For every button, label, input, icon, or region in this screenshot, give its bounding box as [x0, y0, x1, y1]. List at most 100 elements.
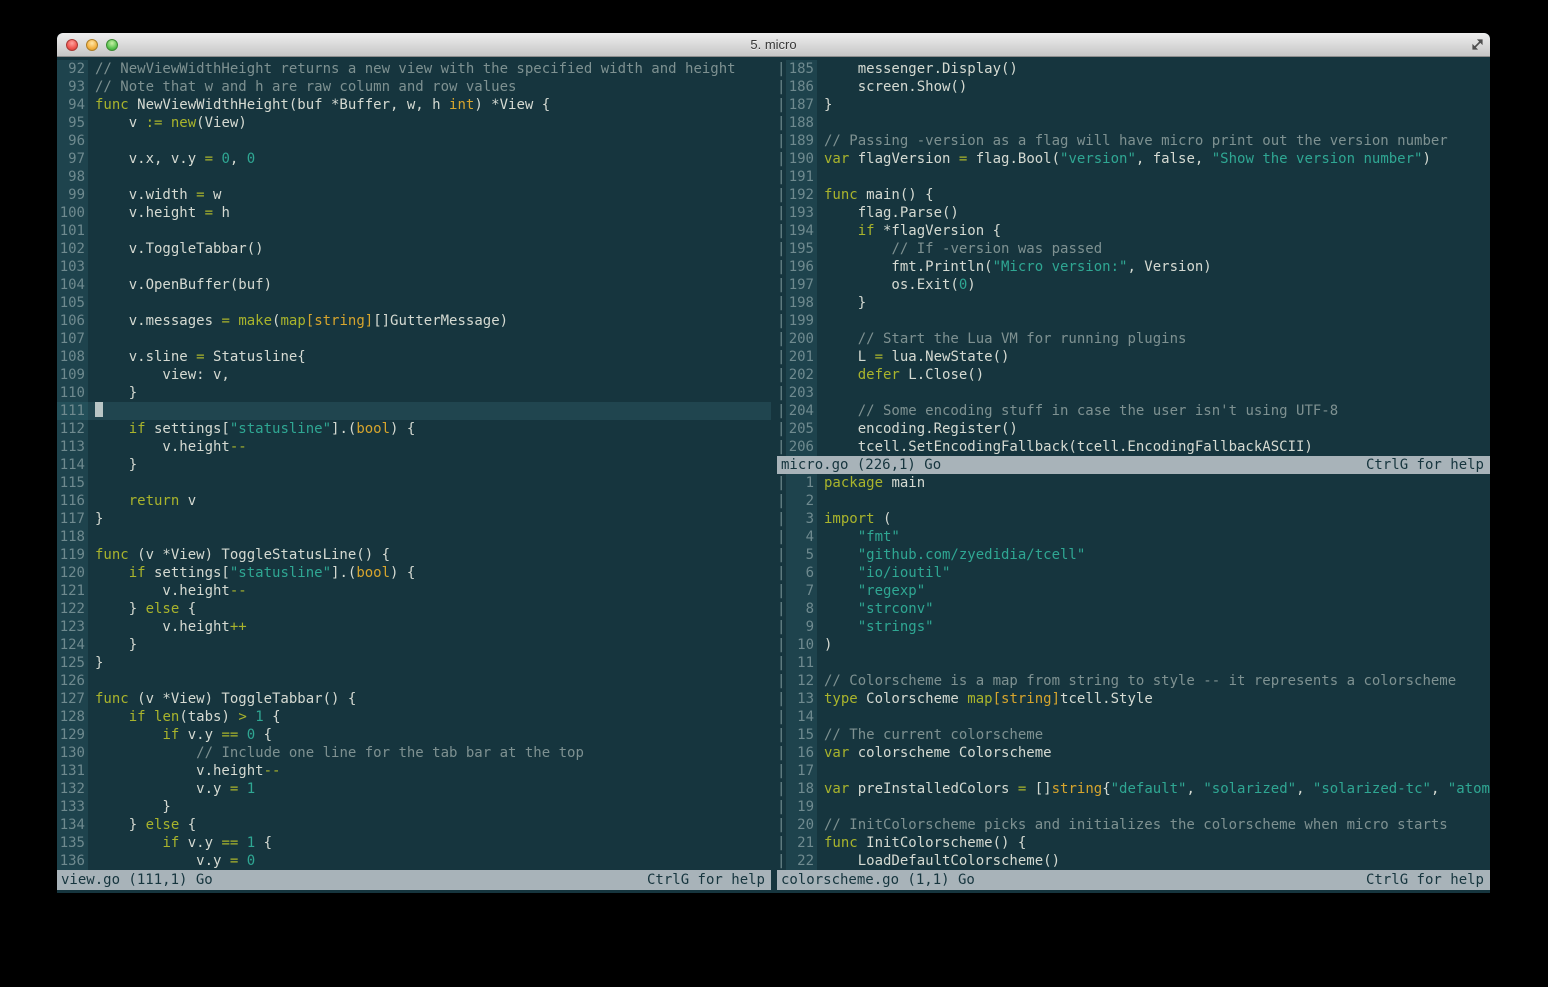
code-line: 106 v.messages = make(map[string][]Gutte… [57, 312, 771, 330]
code-text: } [88, 798, 171, 816]
code-text [88, 474, 95, 492]
split-divider: | [777, 348, 786, 366]
code-text: // Note that w and h are raw column and … [88, 78, 516, 96]
code-text: "strconv" [817, 600, 934, 618]
code-text [817, 708, 824, 726]
line-number: 111 [57, 402, 88, 420]
code-line: 95 v := new(View) [57, 114, 771, 132]
code-text: } [817, 96, 832, 114]
code-line: 131 v.height-- [57, 762, 771, 780]
code-line: |193 flag.Parse() [777, 204, 1490, 222]
code-line: |11 [777, 654, 1490, 672]
code-line: |18var preInstalledColors = []string{"de… [777, 780, 1490, 798]
code-line: |16var colorscheme Colorscheme [777, 744, 1490, 762]
code-text: // NewViewWidthHeight returns a new view… [88, 60, 736, 78]
code-line: 120 if settings["statusline"].(bool) { [57, 564, 771, 582]
split-divider: | [777, 330, 786, 348]
code-line: |5 "github.com/zyedidia/tcell" [777, 546, 1490, 564]
code-text: var flagVersion = flag.Bool("version", f… [817, 150, 1431, 168]
code-line: 101 [57, 222, 771, 240]
code-line: |10) [777, 636, 1490, 654]
code-line: 127func (v *View) ToggleTabbar() { [57, 690, 771, 708]
code-text [88, 330, 95, 348]
right-split-column: |185 messenger.Display()|186 screen.Show… [771, 60, 1490, 890]
code-text: v.height-- [88, 582, 247, 600]
code-text: } [88, 384, 137, 402]
code-line: |198 } [777, 294, 1490, 312]
code-text [817, 762, 824, 780]
code-line: 98 [57, 168, 771, 186]
close-button[interactable] [66, 39, 78, 51]
code-text: // Include one line for the tab bar at t… [88, 744, 584, 762]
line-number: 15 [786, 726, 817, 744]
line-number: 117 [57, 510, 88, 528]
line-number: 104 [57, 276, 88, 294]
code-line: 133 } [57, 798, 771, 816]
code-line: 92// NewViewWidthHeight returns a new vi… [57, 60, 771, 78]
diagonal-resize-arrows-icon[interactable] [1470, 37, 1485, 52]
split-divider: | [777, 852, 786, 870]
status-file-info: colorscheme.go (1,1) Go [781, 870, 975, 890]
line-number: 203 [786, 384, 817, 402]
line-number: 120 [57, 564, 88, 582]
window-title-bar[interactable]: 5. micro [57, 33, 1490, 57]
code-line: 111 [57, 402, 771, 420]
code-line: 96 [57, 132, 771, 150]
line-number: 102 [57, 240, 88, 258]
code-line: 110 } [57, 384, 771, 402]
code-text [88, 132, 95, 150]
line-number: 93 [57, 78, 88, 96]
zoom-button[interactable] [106, 39, 118, 51]
code-area-colorscheme-go[interactable]: |1package main|2|3import (|4 "fmt"|5 "gi… [777, 474, 1490, 870]
code-text [817, 384, 824, 402]
code-text: if v.y == 0 { [88, 726, 272, 744]
code-text: func main() { [817, 186, 934, 204]
split-divider: | [777, 294, 786, 312]
code-text: if len(tabs) > 1 { [88, 708, 281, 726]
code-line: 117} [57, 510, 771, 528]
code-text: func (v *View) ToggleTabbar() { [88, 690, 356, 708]
line-number: 132 [57, 780, 88, 798]
code-text: // InitColorscheme picks and initializes… [817, 816, 1448, 834]
split-divider: | [777, 582, 786, 600]
split-divider: | [777, 384, 786, 402]
code-area-micro-go[interactable]: |185 messenger.Display()|186 screen.Show… [777, 60, 1490, 456]
line-number: 3 [786, 510, 817, 528]
editor-pane-view-go[interactable]: 92// NewViewWidthHeight returns a new vi… [57, 60, 771, 890]
code-line: 122 } else { [57, 600, 771, 618]
code-line: |13type Colorscheme map[string]tcell.Sty… [777, 690, 1490, 708]
split-divider: | [777, 600, 786, 618]
split-divider: | [777, 60, 786, 78]
code-text: import ( [817, 510, 891, 528]
line-number: 133 [57, 798, 88, 816]
code-line: |190var flagVersion = flag.Bool("version… [777, 150, 1490, 168]
split-divider: | [777, 564, 786, 582]
code-text: package main [817, 474, 925, 492]
code-line: |7 "regexp" [777, 582, 1490, 600]
code-line: |192func main() { [777, 186, 1490, 204]
code-line: 136 v.y = 0 [57, 852, 771, 870]
code-area-view-go[interactable]: 92// NewViewWidthHeight returns a new vi… [57, 60, 771, 870]
line-number: 1 [786, 474, 817, 492]
line-number: 18 [786, 780, 817, 798]
code-text: v.OpenBuffer(buf) [88, 276, 272, 294]
code-line: 121 v.height-- [57, 582, 771, 600]
code-text: "fmt" [817, 528, 900, 546]
minimize-button[interactable] [86, 39, 98, 51]
traffic-light-buttons [66, 33, 118, 56]
line-number: 5 [786, 546, 817, 564]
code-text [88, 672, 95, 690]
code-text: flag.Parse() [817, 204, 959, 222]
code-text [88, 222, 95, 240]
code-line: 126 [57, 672, 771, 690]
code-line: |185 messenger.Display() [777, 60, 1490, 78]
line-number: 109 [57, 366, 88, 384]
line-number: 21 [786, 834, 817, 852]
line-number: 98 [57, 168, 88, 186]
split-divider: | [777, 654, 786, 672]
code-text: if settings["statusline"].(bool) { [88, 420, 415, 438]
split-divider: | [777, 132, 786, 150]
line-number: 126 [57, 672, 88, 690]
line-number: 12 [786, 672, 817, 690]
line-number: 129 [57, 726, 88, 744]
